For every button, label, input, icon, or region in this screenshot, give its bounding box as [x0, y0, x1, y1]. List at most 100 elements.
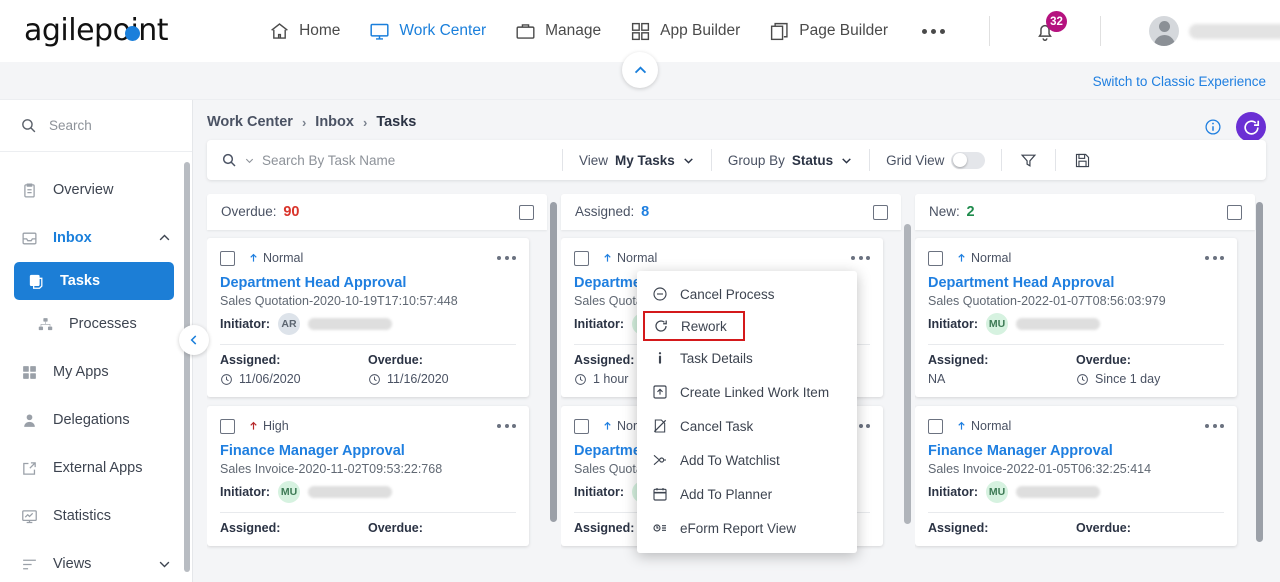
switch-to-classic-link[interactable]: Switch to Classic Experience — [1093, 74, 1266, 89]
sidebar-item-label: Overview — [53, 182, 114, 198]
priority-indicator: Normal — [248, 251, 303, 265]
priority-label: Normal — [971, 419, 1012, 433]
column-scrollbar[interactable] — [550, 202, 557, 522]
task-card-menu-button[interactable] — [497, 252, 516, 264]
arrow-up-icon — [604, 421, 611, 430]
tasks-icon — [27, 272, 46, 291]
context-menu-item-add-to-watchlist[interactable]: Add To Watchlist — [637, 443, 857, 477]
agilepoint-logo[interactable]: agilepoint — [24, 11, 169, 51]
card-header: Normal — [928, 416, 1224, 436]
sidebar-item-label: Processes — [69, 316, 137, 332]
context-menu-item-rework[interactable]: Rework — [643, 311, 745, 341]
sidebar-item-views[interactable]: Views — [0, 540, 192, 582]
task-title[interactable]: Department Head Approval — [220, 275, 516, 291]
view-label: View — [579, 152, 609, 168]
context-menu-item-create-linked-work-item[interactable]: Create Linked Work Item — [637, 375, 857, 409]
nav-item-home[interactable]: Home — [268, 20, 340, 42]
nav-label: Page Builder — [799, 22, 889, 39]
task-checkbox[interactable] — [220, 418, 235, 434]
context-menu-item-task-details[interactable]: Task Details — [637, 341, 857, 375]
task-card[interactable]: Normal Department Head Approval Sales Qu… — [207, 238, 529, 397]
task-title[interactable]: Department Head Approval — [928, 275, 1224, 291]
nav-label: Manage — [545, 22, 602, 39]
sidebar-item-processes[interactable]: Processes — [0, 300, 192, 348]
view-selector[interactable]: View My Tasks — [563, 153, 711, 168]
column-count: 90 — [283, 204, 300, 220]
search-input[interactable]: Search By Task Name — [207, 152, 562, 168]
notifications-button[interactable]: 32 — [1034, 11, 1068, 42]
sidebar-search[interactable]: Search — [0, 100, 192, 152]
sidebar-item-inbox[interactable]: Inbox — [0, 214, 192, 262]
sidebar-item-label: Views — [53, 556, 92, 572]
info-icon[interactable] — [1204, 118, 1222, 136]
context-menu-item-cancel-task[interactable]: Cancel Task — [637, 409, 857, 443]
dot — [858, 256, 863, 260]
dot — [931, 28, 937, 34]
task-title[interactable]: Finance Manager Approval — [220, 443, 516, 459]
column-select-all-checkbox[interactable] — [1227, 204, 1242, 220]
sidebar-scrollbar[interactable] — [184, 162, 190, 572]
nav-item-manage[interactable]: Manage — [514, 20, 601, 42]
column-select-all-checkbox[interactable] — [519, 204, 534, 220]
task-card[interactable]: Normal Department Head Approval Sales Qu… — [915, 238, 1237, 397]
task-card-menu-button[interactable] — [851, 252, 870, 264]
task-card-menu-button[interactable] — [1205, 420, 1224, 432]
nav-item-app-builder[interactable]: App Builder — [629, 20, 740, 42]
context-menu-item-cancel-process[interactable]: Cancel Process — [637, 277, 857, 311]
sidebar-item-tasks[interactable]: Tasks — [14, 262, 174, 300]
grid-view-toggle-group[interactable]: Grid View — [870, 151, 1001, 169]
chevron-down-icon[interactable] — [157, 557, 172, 572]
column-scrollbar[interactable] — [1256, 202, 1263, 542]
assigned-value-row: 11/06/2020 — [220, 372, 368, 386]
refresh-button[interactable] — [1236, 112, 1266, 142]
task-checkbox[interactable] — [220, 250, 235, 266]
nav-label: App Builder — [660, 22, 741, 39]
task-checkbox[interactable] — [928, 418, 943, 434]
main-nav-items: Home Work Center Manage App Builder Page… — [268, 11, 1280, 46]
assigned-label: Assigned: — [928, 521, 989, 535]
breadcrumb-inbox[interactable]: Inbox — [315, 114, 354, 130]
task-card-menu-button[interactable] — [497, 420, 516, 432]
overdue-block: Overdue: — [368, 521, 516, 535]
collapse-header-button[interactable] — [622, 52, 658, 88]
nav-item-page-builder[interactable]: Page Builder — [768, 20, 888, 42]
task-title[interactable]: Finance Manager Approval — [928, 443, 1224, 459]
sidebar-item-delegations[interactable]: Delegations — [0, 396, 192, 444]
grid-icon — [629, 20, 651, 42]
context-menu-item-eform-report-view[interactable]: eForm Report View — [637, 511, 857, 545]
dot — [1205, 256, 1209, 260]
nav-item-work-center[interactable]: Work Center — [368, 20, 486, 42]
sidebar-item-external-apps[interactable]: External Apps — [0, 444, 192, 492]
breadcrumb-work-center[interactable]: Work Center — [207, 114, 293, 130]
save-button[interactable] — [1056, 152, 1109, 169]
search-dropdown-caret-icon[interactable] — [244, 155, 255, 166]
column-select-all-checkbox[interactable] — [873, 204, 888, 220]
grid-view-toggle[interactable] — [951, 151, 986, 169]
task-checkbox[interactable] — [928, 250, 943, 266]
column-count: 8 — [641, 204, 650, 220]
task-initiator: Initiator: MU — [928, 313, 1224, 335]
group-by-selector[interactable]: Group By Status — [712, 153, 869, 168]
task-card[interactable]: Normal Finance Manager Approval Sales In… — [915, 406, 1237, 546]
user-menu[interactable] — [1149, 16, 1280, 46]
task-card-menu-button[interactable] — [1205, 252, 1224, 264]
sidebar-collapse-handle[interactable] — [179, 325, 209, 355]
context-menu-item-add-to-planner[interactable]: Add To Planner — [637, 477, 857, 511]
sidebar-item-overview[interactable]: Overview — [0, 166, 192, 214]
dot — [497, 424, 501, 428]
briefcase-icon — [514, 20, 536, 42]
dot — [858, 424, 863, 428]
column-scrollbar[interactable] — [904, 224, 911, 524]
initiator-name-redacted — [308, 486, 392, 498]
column-header-label: Assigned: 8 — [575, 204, 650, 220]
task-subtitle: Sales Quotation-2022-01-07T08:56:03:979 — [928, 294, 1166, 308]
hierarchy-icon — [36, 315, 55, 334]
sidebar-item-my-apps[interactable]: My Apps — [0, 348, 192, 396]
filter-button[interactable] — [1002, 152, 1055, 169]
task-checkbox[interactable] — [574, 418, 589, 434]
sidebar-item-statistics[interactable]: Statistics — [0, 492, 192, 540]
task-card[interactable]: High Finance Manager Approval Sales Invo… — [207, 406, 529, 546]
more-nav-button[interactable] — [922, 28, 946, 34]
chevron-up-icon[interactable] — [157, 231, 172, 246]
task-checkbox[interactable] — [574, 250, 589, 266]
